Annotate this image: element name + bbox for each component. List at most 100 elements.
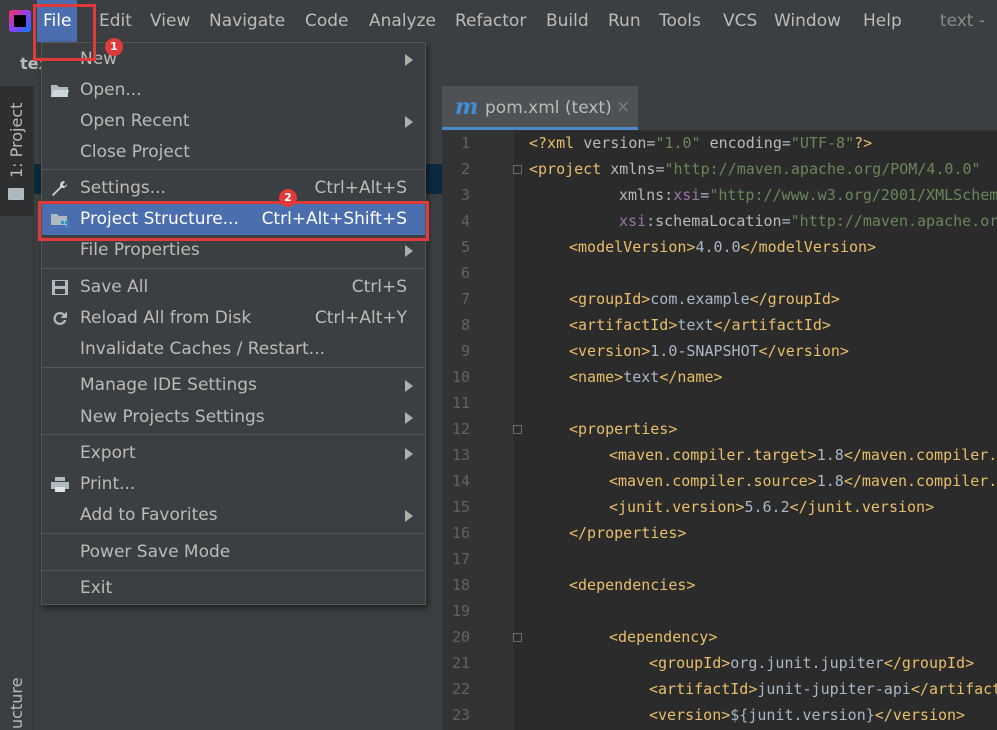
menu-item-label: Reload All from Disk <box>80 308 252 328</box>
menu-item-label: Save All <box>80 277 149 297</box>
submenu-arrow-icon <box>405 116 413 128</box>
menu-edit[interactable]: Edit <box>93 0 138 42</box>
menu-item-invalidate-caches[interactable]: Invalidate Caches / Restart... <box>42 334 425 365</box>
submenu-arrow-icon <box>405 54 413 66</box>
menu-run[interactable]: Run <box>602 0 647 42</box>
submenu-arrow-icon <box>405 448 413 460</box>
line-number: 1 <box>460 134 470 152</box>
menu-view[interactable]: View <box>144 0 196 42</box>
editor-tab-bar: m pom.xml (text) × <box>442 86 997 131</box>
line-number: 22 <box>451 680 470 698</box>
code-line-7: <groupId>com.example</groupId> <box>569 290 840 308</box>
line-number: 17 <box>451 550 470 568</box>
menu-analyze[interactable]: Analyze <box>363 0 442 42</box>
menu-item-label: Manage IDE Settings <box>80 375 257 395</box>
code-line-10: <name>text</name> <box>569 368 723 386</box>
printer-icon <box>51 477 69 492</box>
menu-separator <box>42 367 425 368</box>
menu-item-power-save-mode[interactable]: Power Save Mode <box>42 537 425 568</box>
menu-item-label: Export <box>80 443 136 463</box>
code-line-8: <artifactId>text</artifactId> <box>569 316 831 334</box>
line-number: 23 <box>451 706 470 724</box>
close-icon[interactable]: × <box>616 97 630 117</box>
file-menu-dropdown: New Open... Open Recent Close Project Se… <box>41 42 426 605</box>
code-line-4: xsi:schemaLocation="http://maven.apache.… <box>619 212 997 230</box>
save-icon <box>52 280 68 295</box>
code-editor[interactable]: <?xml version="1.0" encoding="UTF-8"?> <… <box>514 130 997 730</box>
menu-item-new-projects-settings[interactable]: New Projects Settings <box>42 402 425 433</box>
annotation-box-file <box>33 4 96 61</box>
submenu-arrow-icon <box>405 412 413 424</box>
menu-item-exit[interactable]: Exit <box>42 573 425 604</box>
menu-build[interactable]: Build <box>540 0 595 42</box>
project-tab-label: 1: Project <box>7 102 26 178</box>
line-number: 19 <box>451 602 470 620</box>
menu-item-print[interactable]: Print... <box>42 469 425 500</box>
left-tool-strip: 1: Project ucture <box>0 86 34 730</box>
line-number: 13 <box>451 446 470 464</box>
maven-icon: m <box>455 94 479 120</box>
line-number: 21 <box>451 654 470 672</box>
code-line-12: <properties> <box>569 420 678 438</box>
menu-code[interactable]: Code <box>299 0 355 42</box>
menu-item-label: Close Project <box>80 142 190 162</box>
menu-item-open[interactable]: Open... <box>42 75 425 106</box>
code-line-13: <maven.compiler.target>1.8</maven.compil… <box>609 446 997 464</box>
code-line-5: <modelVersion>4.0.0</modelVersion> <box>569 238 877 256</box>
menu-item-close-project[interactable]: Close Project <box>42 137 425 168</box>
menu-help[interactable]: Help <box>857 0 908 42</box>
line-number: 11 <box>451 394 470 412</box>
code-line-2: <project xmlns="http://maven.apache.org/… <box>529 160 981 178</box>
window-title: text - <box>939 11 985 31</box>
menu-item-manage-ide-settings[interactable]: Manage IDE Settings <box>42 370 425 401</box>
line-number: 10 <box>451 368 470 386</box>
menu-item-export[interactable]: Export <box>42 438 425 469</box>
line-number: 5 <box>460 238 470 256</box>
menu-navigate[interactable]: Navigate <box>203 0 291 42</box>
code-line-15: <junit.version>5.6.2</junit.version> <box>609 498 935 516</box>
tab-pom-xml[interactable]: m pom.xml (text) × <box>442 86 638 130</box>
annotation-badge-2: 2 <box>279 189 297 207</box>
code-line-22: <artifactId>junit-jupiter-api</artifactI… <box>649 680 997 698</box>
menu-item-settings[interactable]: Settings... Ctrl+Alt+S <box>42 173 425 204</box>
line-number: 14 <box>451 472 470 490</box>
menu-item-label: Exit <box>80 578 113 598</box>
submenu-arrow-icon <box>405 510 413 522</box>
menu-item-label: Open... <box>80 80 142 100</box>
project-tool-tab[interactable]: 1: Project <box>0 86 33 216</box>
menu-item-open-recent[interactable]: Open Recent <box>42 106 425 137</box>
menu-item-add-to-favorites[interactable]: Add to Favorites <box>42 500 425 531</box>
menu-tools[interactable]: Tools <box>653 0 707 42</box>
structure-tab-label[interactable]: ucture <box>7 678 26 729</box>
menu-item-label: Power Save Mode <box>80 542 231 562</box>
menu-item-label: Print... <box>80 474 136 494</box>
line-number: 8 <box>460 316 470 334</box>
line-number: 4 <box>460 212 470 230</box>
menu-item-save-all[interactable]: Save All Ctrl+S <box>42 272 425 303</box>
open-folder-icon <box>51 85 69 97</box>
line-number: 18 <box>451 576 470 594</box>
code-line-23: <version>${junit.version}</version> <box>649 706 966 724</box>
line-number: 12 <box>451 420 470 438</box>
shortcut-label: Ctrl+Alt+S <box>314 178 407 198</box>
menu-window[interactable]: Window <box>768 0 847 42</box>
menu-item-label: New Projects Settings <box>80 407 265 427</box>
submenu-arrow-icon <box>405 380 413 392</box>
line-number: 6 <box>460 264 470 282</box>
menu-item-reload[interactable]: Reload All from Disk Ctrl+Alt+Y <box>42 303 425 334</box>
menu-separator <box>42 268 425 269</box>
annotation-badge-1: 1 <box>105 38 123 56</box>
line-number: 2 <box>460 160 470 178</box>
menu-refactor[interactable]: Refactor <box>449 0 532 42</box>
menu-item-new[interactable]: New <box>42 44 425 75</box>
menu-bar: File Edit View Navigate Code Analyze Ref… <box>0 0 997 42</box>
submenu-arrow-icon <box>405 245 413 257</box>
line-number: 9 <box>460 342 470 360</box>
menu-item-label: Invalidate Caches / Restart... <box>80 339 326 359</box>
line-number: 16 <box>451 524 470 542</box>
line-number: 7 <box>460 290 470 308</box>
line-number: 15 <box>451 498 470 516</box>
menu-vcs[interactable]: VCS <box>717 0 763 42</box>
tab-label: pom.xml (text) <box>485 98 612 118</box>
code-line-3: xmlns:xsi="http://www.w3.org/2001/XMLSch… <box>619 186 997 204</box>
